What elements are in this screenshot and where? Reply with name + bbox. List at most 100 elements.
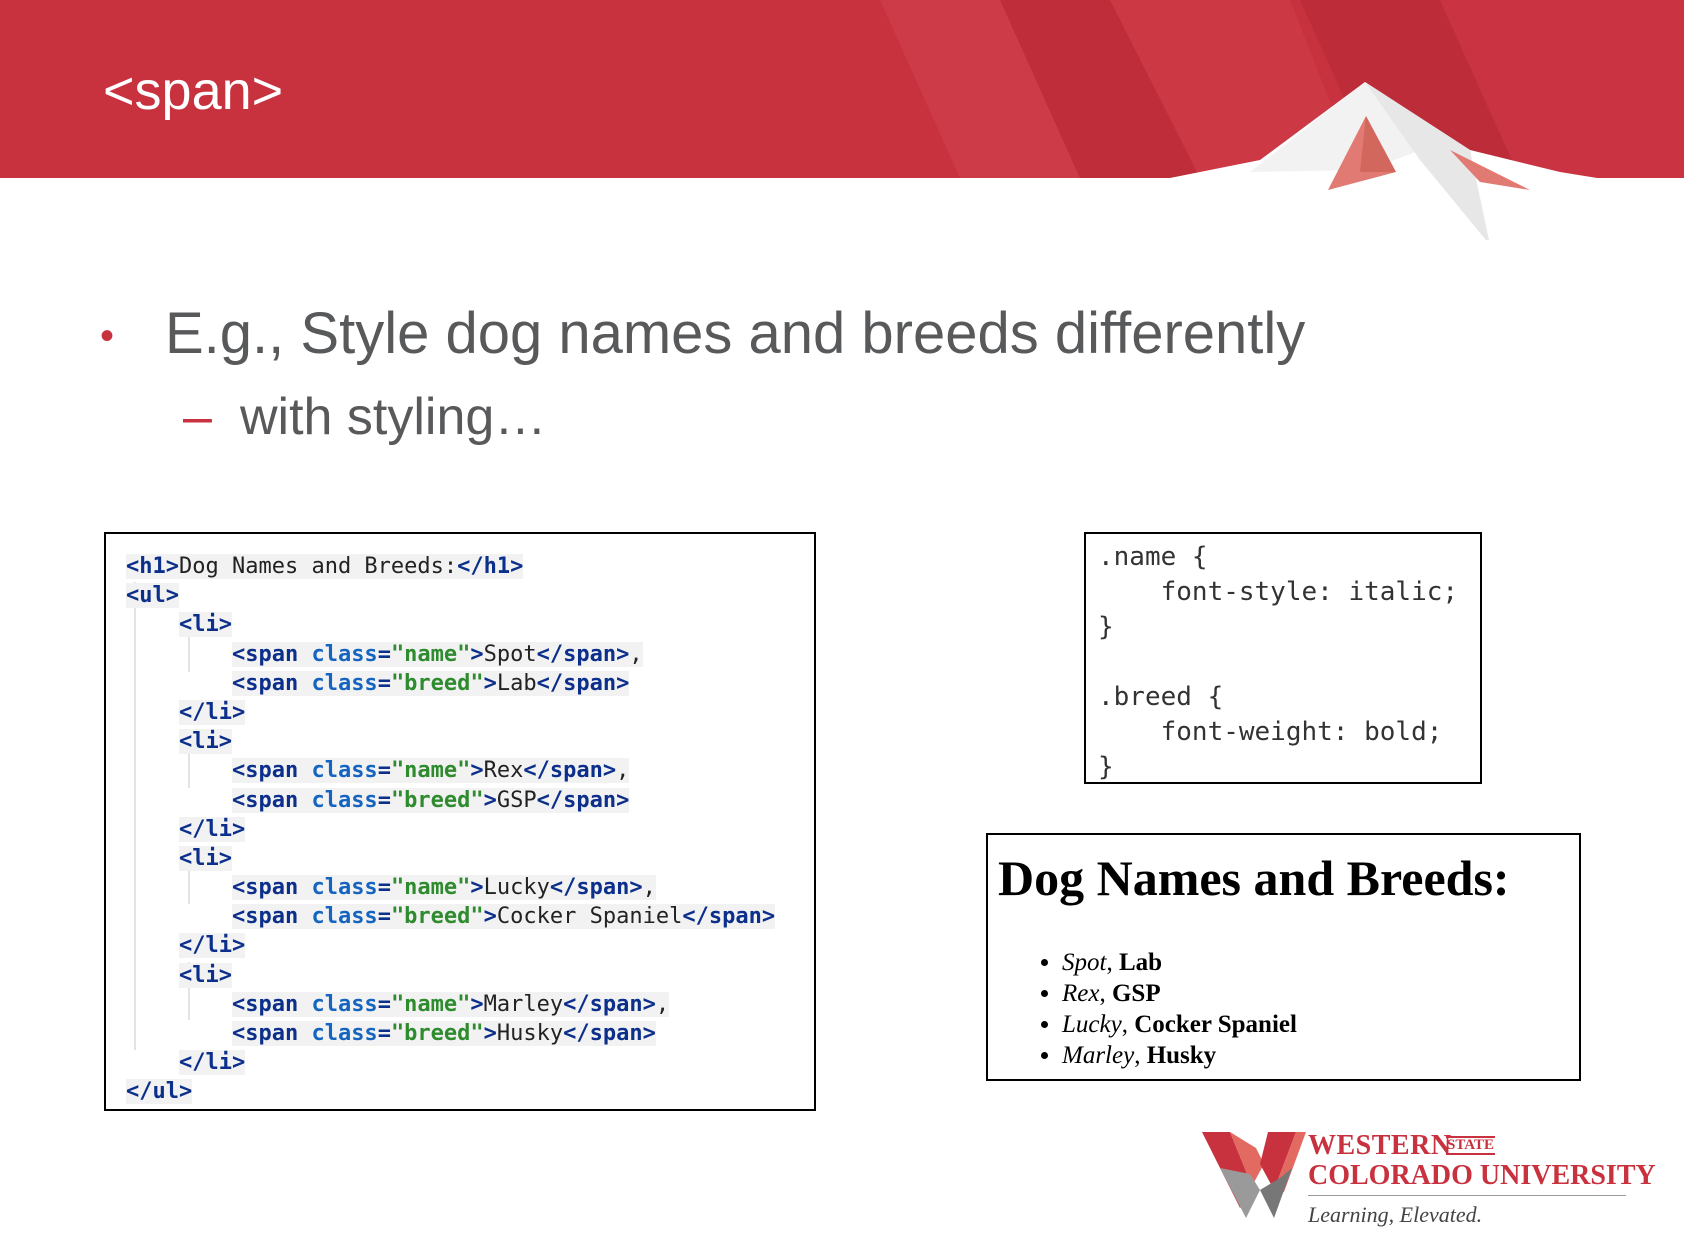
html-code-line: <span class="name">Lucky</span>, [126,873,775,902]
logo-divider [1308,1195,1626,1196]
html-code-line: <span class="breed">Lab</span> [126,669,775,698]
code-token: < [231,1021,246,1046]
code-token: < [178,612,193,638]
code-token: span [589,1021,643,1046]
code-token: </ [549,875,577,901]
code-token: > [231,933,246,959]
bullet-main-text: E.g., Style dog names and breeds differe… [165,301,1306,366]
code-token: span [245,670,299,696]
html-code-line: <span class="breed">Husky</span> [126,1019,775,1048]
rendered-heading: Dog Names and Breeds: [998,850,1510,906]
code-token: class [311,758,378,784]
code-token: > [616,787,630,813]
code-token: span [549,758,603,784]
html-code-line: </li> [126,698,775,727]
code-token: , [629,641,643,667]
html-code-line: <ul> [126,581,775,610]
code-token: Lucky [483,875,550,901]
code-token: class [311,875,378,901]
code-token: "breed" [390,670,484,696]
code-token: > [165,554,179,579]
code-token: > [761,904,776,930]
code-token: class [311,670,378,696]
code-token: > [218,612,232,638]
code-token: span [245,875,299,901]
code-token: "breed" [390,787,484,813]
code-token: Marley [483,991,564,1017]
html-code-line: </li> [126,1048,775,1077]
html-code-line: </li> [126,815,775,844]
code-token: class [311,787,378,813]
code-token: > [218,962,232,988]
bullet-dot: • [100,314,115,358]
html-code-line: <li> [126,610,775,639]
css-code-lines: .name { font-style: italic;} .breed { fon… [1098,540,1458,785]
logo-state: STATE [1446,1136,1495,1155]
code-token: Cocker Spaniel [496,904,683,930]
code-token: li [205,816,232,842]
slide-title: <span> [103,61,284,121]
code-token: Spot [483,641,537,667]
code-token: = [377,1021,391,1046]
code-token: = [377,875,391,901]
rendered-output-panel: Dog Names and Breeds: Spot, LabRex, GSPL… [986,833,1581,1081]
css-code-line [1098,645,1458,680]
html-code-line: <li> [126,727,775,756]
code-token: span [589,991,643,1017]
code-token: span [708,904,762,930]
html-code-panel: <h1>Dog Names and Breeds:</h1> <ul> <li> … [104,532,816,1111]
dog-name: Rex [1062,980,1100,1007]
dog-breed: Cocker Spaniel [1134,1011,1297,1038]
code-token: > [629,875,643,901]
html-code-lines: <h1>Dog Names and Breeds:</h1> <ul> <li> … [126,552,776,1107]
code-token: class [311,991,378,1017]
html-code-line: <span class="breed">GSP</span> [126,786,775,815]
code-token: "name" [390,991,471,1017]
code-token: GSP [496,787,537,813]
code-token: < [126,583,140,609]
code-token: > [470,991,484,1017]
code-token: li [205,1050,232,1076]
code-token: span [563,670,617,696]
code-token: > [231,699,246,725]
code-token: = [377,991,391,1017]
code-token: > [179,1079,193,1105]
code-token: li [192,845,219,871]
code-token: class [311,904,378,930]
code-token: = [377,904,391,930]
code-token: < [178,845,193,871]
bullet-dash: – [183,388,212,446]
code-token: h1 [483,554,511,579]
html-code-line: <li> [126,844,775,873]
code-token: li [205,699,232,725]
code-token: "name" [390,641,471,667]
code-token: > [470,875,484,901]
code-token: span [563,641,617,667]
code-token: < [231,787,246,813]
code-token: = [377,670,391,696]
code-token: Rex [483,758,524,784]
dog-breed: Husky [1146,1042,1217,1069]
code-token: </ [178,1050,206,1076]
code-token: span [245,787,299,813]
code-token: < [231,670,246,696]
code-token: </ [178,699,206,725]
dog-name: Lucky [1062,1011,1122,1038]
bullet-sub-text: with styling… [240,388,547,446]
code-token: , [642,875,656,901]
css-code-line: } [1098,612,1114,642]
html-code-line: <h1>Dog Names and Breeds:</h1> [126,552,775,581]
rendered-list-item: Marley, Husky [1062,1040,1297,1071]
css-code-line: font-weight: bold; [1098,717,1443,747]
code-token: span [576,875,630,901]
rendered-list-item: Lucky, Cocker Spaniel [1062,1009,1297,1040]
code-token: span [245,641,299,667]
code-token: span [245,758,299,784]
logo-colorado-university: COLORADO UNIVERSITY [1308,1160,1656,1191]
code-token: > [616,670,630,696]
